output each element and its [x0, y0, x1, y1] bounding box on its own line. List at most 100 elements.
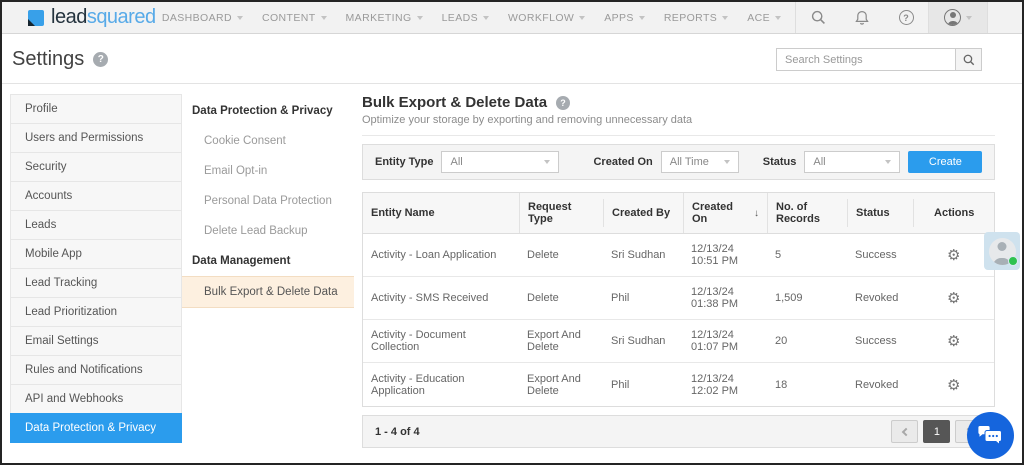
- chevron-left-icon: [902, 427, 910, 435]
- nav-item-apps[interactable]: APPS: [604, 12, 645, 24]
- cell-records: 20: [767, 327, 847, 355]
- created-on-label: Created On: [593, 156, 652, 168]
- sidebar-item-users-and-permissions[interactable]: Users and Permissions: [10, 123, 182, 153]
- cell-status: Success: [847, 327, 913, 355]
- help-button[interactable]: ?: [884, 2, 928, 33]
- sidebar-item-leads[interactable]: Leads: [10, 210, 182, 240]
- cell-created-by: Sri Sudhan: [603, 327, 683, 355]
- nav-item-workflow[interactable]: WORKFLOW: [508, 12, 585, 24]
- column-header-created-by[interactable]: Created By: [603, 199, 683, 227]
- status-select[interactable]: All: [804, 151, 900, 173]
- nav-item-marketing[interactable]: MARKETING: [346, 12, 423, 24]
- settings-help-icon[interactable]: ?: [93, 52, 108, 67]
- bulk-export-help-icon[interactable]: ?: [556, 96, 570, 110]
- nav-item-content[interactable]: CONTENT: [262, 12, 327, 24]
- sidebar-item-mobile-app[interactable]: Mobile App: [10, 239, 182, 269]
- row-actions-gear-icon[interactable]: ⚙: [947, 376, 960, 394]
- cell-created-on: 12/13/24 01:07 PM: [683, 321, 767, 361]
- sort-descending-icon: ↓: [754, 208, 759, 219]
- created-on-value: All Time: [670, 156, 709, 168]
- previous-page-button[interactable]: [891, 420, 918, 443]
- table-row: Activity - Document Collection Export An…: [363, 320, 994, 363]
- sidebar-item-lead-tracking[interactable]: Lead Tracking: [10, 268, 182, 298]
- notifications-button[interactable]: [840, 2, 884, 33]
- column-header-created-on-label: Created On: [692, 201, 750, 225]
- search-icon: [811, 10, 826, 25]
- cell-records: 18: [767, 371, 847, 399]
- cell-status: Success: [847, 241, 913, 269]
- submenu-header-data-management: Data Management: [182, 246, 354, 276]
- cell-created-on: 12/13/24 01:38 PM: [683, 278, 767, 318]
- cell-request-type: Delete: [519, 241, 603, 269]
- bell-icon: [854, 10, 870, 26]
- nav-icon-group: ?: [795, 2, 1022, 33]
- sidebar-item-api-and-webhooks[interactable]: API and Webhooks: [10, 384, 182, 414]
- chevron-down-icon: [775, 16, 781, 20]
- submenu-header-data-protection: Data Protection & Privacy: [182, 96, 354, 126]
- submenu-item-email-opt-in[interactable]: Email Opt-in: [182, 156, 354, 186]
- logo-text-lead: lead: [51, 6, 87, 28]
- cell-records: 1,509: [767, 284, 847, 312]
- column-header-entity-name[interactable]: Entity Name: [363, 199, 519, 227]
- filter-bar: Entity Type All Created On All Time Stat…: [362, 144, 995, 180]
- settings-search: [776, 48, 982, 71]
- settings-submenu: Data Protection & Privacy Cookie Consent…: [182, 94, 354, 308]
- create-button[interactable]: Create: [908, 151, 982, 173]
- column-header-status[interactable]: Status: [847, 199, 913, 227]
- created-on-select[interactable]: All Time: [661, 151, 739, 173]
- column-header-records[interactable]: No. of Records: [767, 193, 847, 233]
- sidebar-item-accounts[interactable]: Accounts: [10, 181, 182, 211]
- support-avatar-tab[interactable]: [984, 232, 1020, 270]
- cell-status: Revoked: [847, 284, 913, 312]
- submenu-item-personal-data-protection[interactable]: Personal Data Protection: [182, 186, 354, 216]
- main-panel: Bulk Export & Delete Data ? Optimize you…: [354, 94, 995, 448]
- cell-created-by: Sri Sudhan: [603, 241, 683, 269]
- settings-search-button[interactable]: [956, 48, 982, 71]
- nav-item-label: APPS: [604, 12, 634, 24]
- submenu-item-delete-lead-backup[interactable]: Delete Lead Backup: [182, 216, 354, 246]
- table-footer: 1 - 4 of 4 1: [362, 415, 995, 448]
- cell-created-on: 12/13/24 12:02 PM: [683, 365, 767, 405]
- settings-search-input[interactable]: [776, 48, 956, 71]
- nav-item-reports[interactable]: REPORTS: [664, 12, 728, 24]
- sidebar-item-profile[interactable]: Profile: [10, 94, 182, 124]
- cell-entity-name: Activity - Document Collection: [363, 321, 519, 361]
- sidebar-item-security[interactable]: Security: [10, 152, 182, 182]
- nav-item-ace[interactable]: ACE: [747, 12, 781, 24]
- cell-request-type: Export And Delete: [519, 365, 603, 405]
- sidebar-item-rules-and-notifications[interactable]: Rules and Notifications: [10, 355, 182, 385]
- column-header-request-type[interactable]: Request Type: [519, 193, 603, 233]
- chevron-down-icon: [724, 160, 730, 164]
- chat-widget-button[interactable]: [967, 412, 1014, 459]
- chevron-down-icon: [966, 16, 972, 20]
- logo[interactable]: leadsquared: [28, 6, 156, 29]
- chevron-down-icon: [885, 160, 891, 164]
- sidebar-item-data-protection-privacy[interactable]: Data Protection & Privacy: [10, 413, 182, 443]
- submenu-item-bulk-export-delete-data[interactable]: Bulk Export & Delete Data: [182, 276, 354, 308]
- row-actions-gear-icon[interactable]: ⚙: [947, 246, 960, 264]
- entity-type-select[interactable]: All: [441, 151, 559, 173]
- account-icon: [944, 9, 961, 26]
- account-menu-button[interactable]: [929, 2, 987, 33]
- search-button[interactable]: [796, 2, 840, 33]
- main-subtitle: Optimize your storage by exporting and r…: [362, 114, 995, 136]
- sidebar-item-lead-prioritization[interactable]: Lead Prioritization: [10, 297, 182, 327]
- nav-item-label: CONTENT: [262, 12, 316, 24]
- submenu-item-cookie-consent[interactable]: Cookie Consent: [182, 126, 354, 156]
- page-number-button[interactable]: 1: [923, 420, 950, 443]
- chevron-down-icon: [722, 16, 728, 20]
- main-title: Bulk Export & Delete Data: [362, 94, 547, 111]
- sidebar-item-email-settings[interactable]: Email Settings: [10, 326, 182, 356]
- row-actions-gear-icon[interactable]: ⚙: [947, 332, 960, 350]
- nav-item-leads[interactable]: LEADS: [442, 12, 489, 24]
- logo-icon: [28, 10, 44, 26]
- export-requests-table: Entity Name Request Type Created By Crea…: [362, 192, 995, 407]
- table-row: Activity - Loan Application Delete Sri S…: [363, 234, 994, 277]
- cell-status: Revoked: [847, 371, 913, 399]
- online-status-dot: [1008, 256, 1018, 266]
- row-actions-gear-icon[interactable]: ⚙: [947, 289, 960, 307]
- nav-item-dashboard[interactable]: DASHBOARD: [162, 12, 243, 24]
- column-header-created-on[interactable]: Created On ↓: [683, 193, 767, 233]
- settings-sidebar: Profile Users and Permissions Security A…: [10, 94, 182, 443]
- chevron-down-icon: [321, 16, 327, 20]
